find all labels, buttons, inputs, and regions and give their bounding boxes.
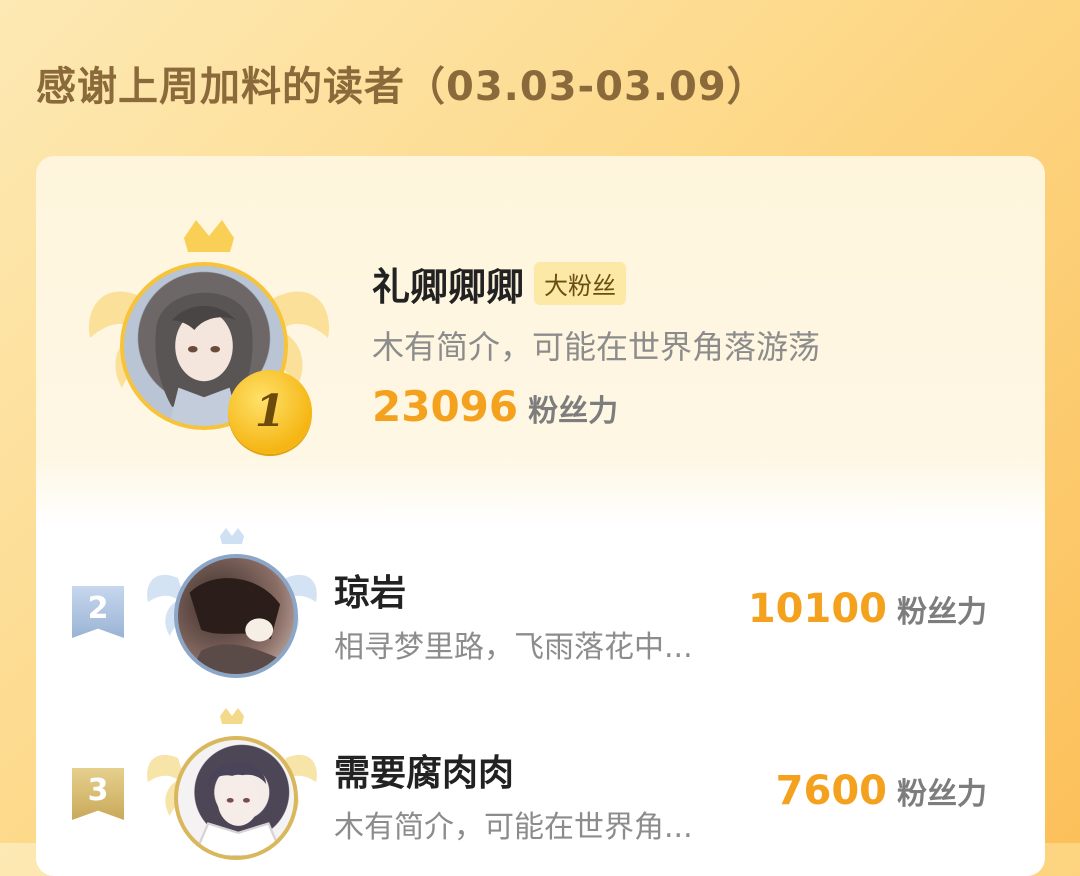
top-reader-bio: 木有简介，可能在世界角落游荡 bbox=[372, 328, 821, 366]
fan-level-badge: 大粉丝 bbox=[534, 262, 627, 305]
rank-1-medal-icon: 1 bbox=[228, 370, 312, 454]
rank-ribbon-icon: 3 bbox=[72, 768, 124, 820]
avatar-illustration bbox=[192, 762, 284, 856]
fan-power-label: 粉丝力 bbox=[897, 777, 987, 812]
reader-bio: 木有简介，可能在世界角... bbox=[334, 810, 693, 845]
reader-leaderboard-card: 1 礼卿卿卿 大粉丝 木有简介，可能在世界角落游荡 23096 粉丝力 2 琼岩… bbox=[36, 156, 1045, 876]
crown-icon bbox=[184, 220, 234, 252]
reader-bio: 相寻梦里路，飞雨落花中... bbox=[334, 630, 693, 665]
reader-score: 10100 bbox=[747, 586, 887, 632]
top-reader-entry[interactable]: 1 礼卿卿卿 大粉丝 木有简介，可能在世界角落游荡 23096 粉丝力 bbox=[36, 156, 1045, 516]
reader-score: 7600 bbox=[775, 768, 887, 814]
page-title: 感谢上周加料的读者（03.03-03.09） bbox=[36, 64, 768, 110]
fan-power-label: 粉丝力 bbox=[528, 394, 619, 429]
reader-entry[interactable]: 3 需要腐肉肉 木有简介，可能在世界角... 7600 粉丝力 bbox=[36, 708, 1045, 876]
reader-entry[interactable]: 2 琼岩 相寻梦里路，飞雨落花中... 10100 粉丝力 bbox=[36, 528, 1045, 696]
reader-avatar[interactable] bbox=[174, 736, 298, 860]
top-reader-score: 23096 bbox=[372, 382, 519, 431]
top-reader-score-row: 23096 粉丝力 bbox=[372, 382, 618, 431]
reader-score-row: 7600 粉丝力 bbox=[776, 768, 987, 814]
fan-power-label: 粉丝力 bbox=[897, 595, 987, 630]
avatar-photo bbox=[189, 578, 283, 674]
top-reader-name-row: 礼卿卿卿 大粉丝 bbox=[372, 256, 627, 311]
reader-score-row: 10100 粉丝力 bbox=[748, 586, 987, 632]
reader-avatar[interactable] bbox=[174, 554, 298, 678]
reader-name[interactable]: 琼岩 bbox=[334, 564, 406, 616]
top-reader-name[interactable]: 礼卿卿卿 bbox=[372, 256, 524, 311]
crown-icon bbox=[220, 708, 244, 724]
rank-ribbon-icon: 2 bbox=[72, 586, 124, 638]
reader-name[interactable]: 需要腐肉肉 bbox=[334, 744, 514, 796]
crown-icon bbox=[220, 528, 244, 544]
